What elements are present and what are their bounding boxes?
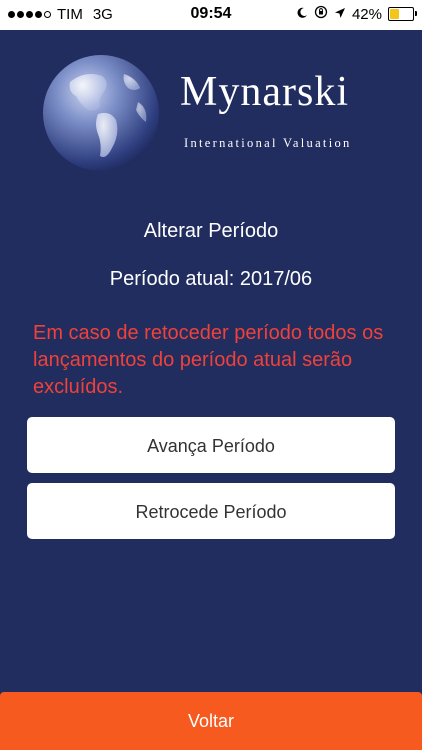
battery-percent: 42% bbox=[351, 5, 382, 23]
rotation-lock-icon bbox=[314, 5, 328, 23]
status-bar: TIM 3G 09:54 42% bbox=[0, 0, 422, 30]
retreat-period-button[interactable]: Retrocede Período bbox=[27, 483, 395, 539]
brand-subtitle: International Valuation bbox=[184, 136, 352, 150]
battery-icon bbox=[388, 7, 417, 21]
status-right: 42% bbox=[296, 5, 417, 23]
current-period-label: Período atual: 2017/06 bbox=[109, 268, 313, 290]
page-title: Alterar Período bbox=[143, 220, 279, 242]
location-arrow-icon bbox=[334, 6, 346, 23]
brand-name: Mynarski bbox=[180, 69, 349, 115]
advance-period-button[interactable]: Avança Período bbox=[27, 417, 395, 473]
moon-icon bbox=[296, 6, 308, 23]
globe-icon bbox=[43, 55, 159, 171]
company-logo: Mynarski International Valuation bbox=[40, 52, 400, 177]
warning-message: Em caso de retoceder período todos os la… bbox=[33, 322, 384, 398]
back-button[interactable]: Voltar bbox=[0, 692, 422, 750]
